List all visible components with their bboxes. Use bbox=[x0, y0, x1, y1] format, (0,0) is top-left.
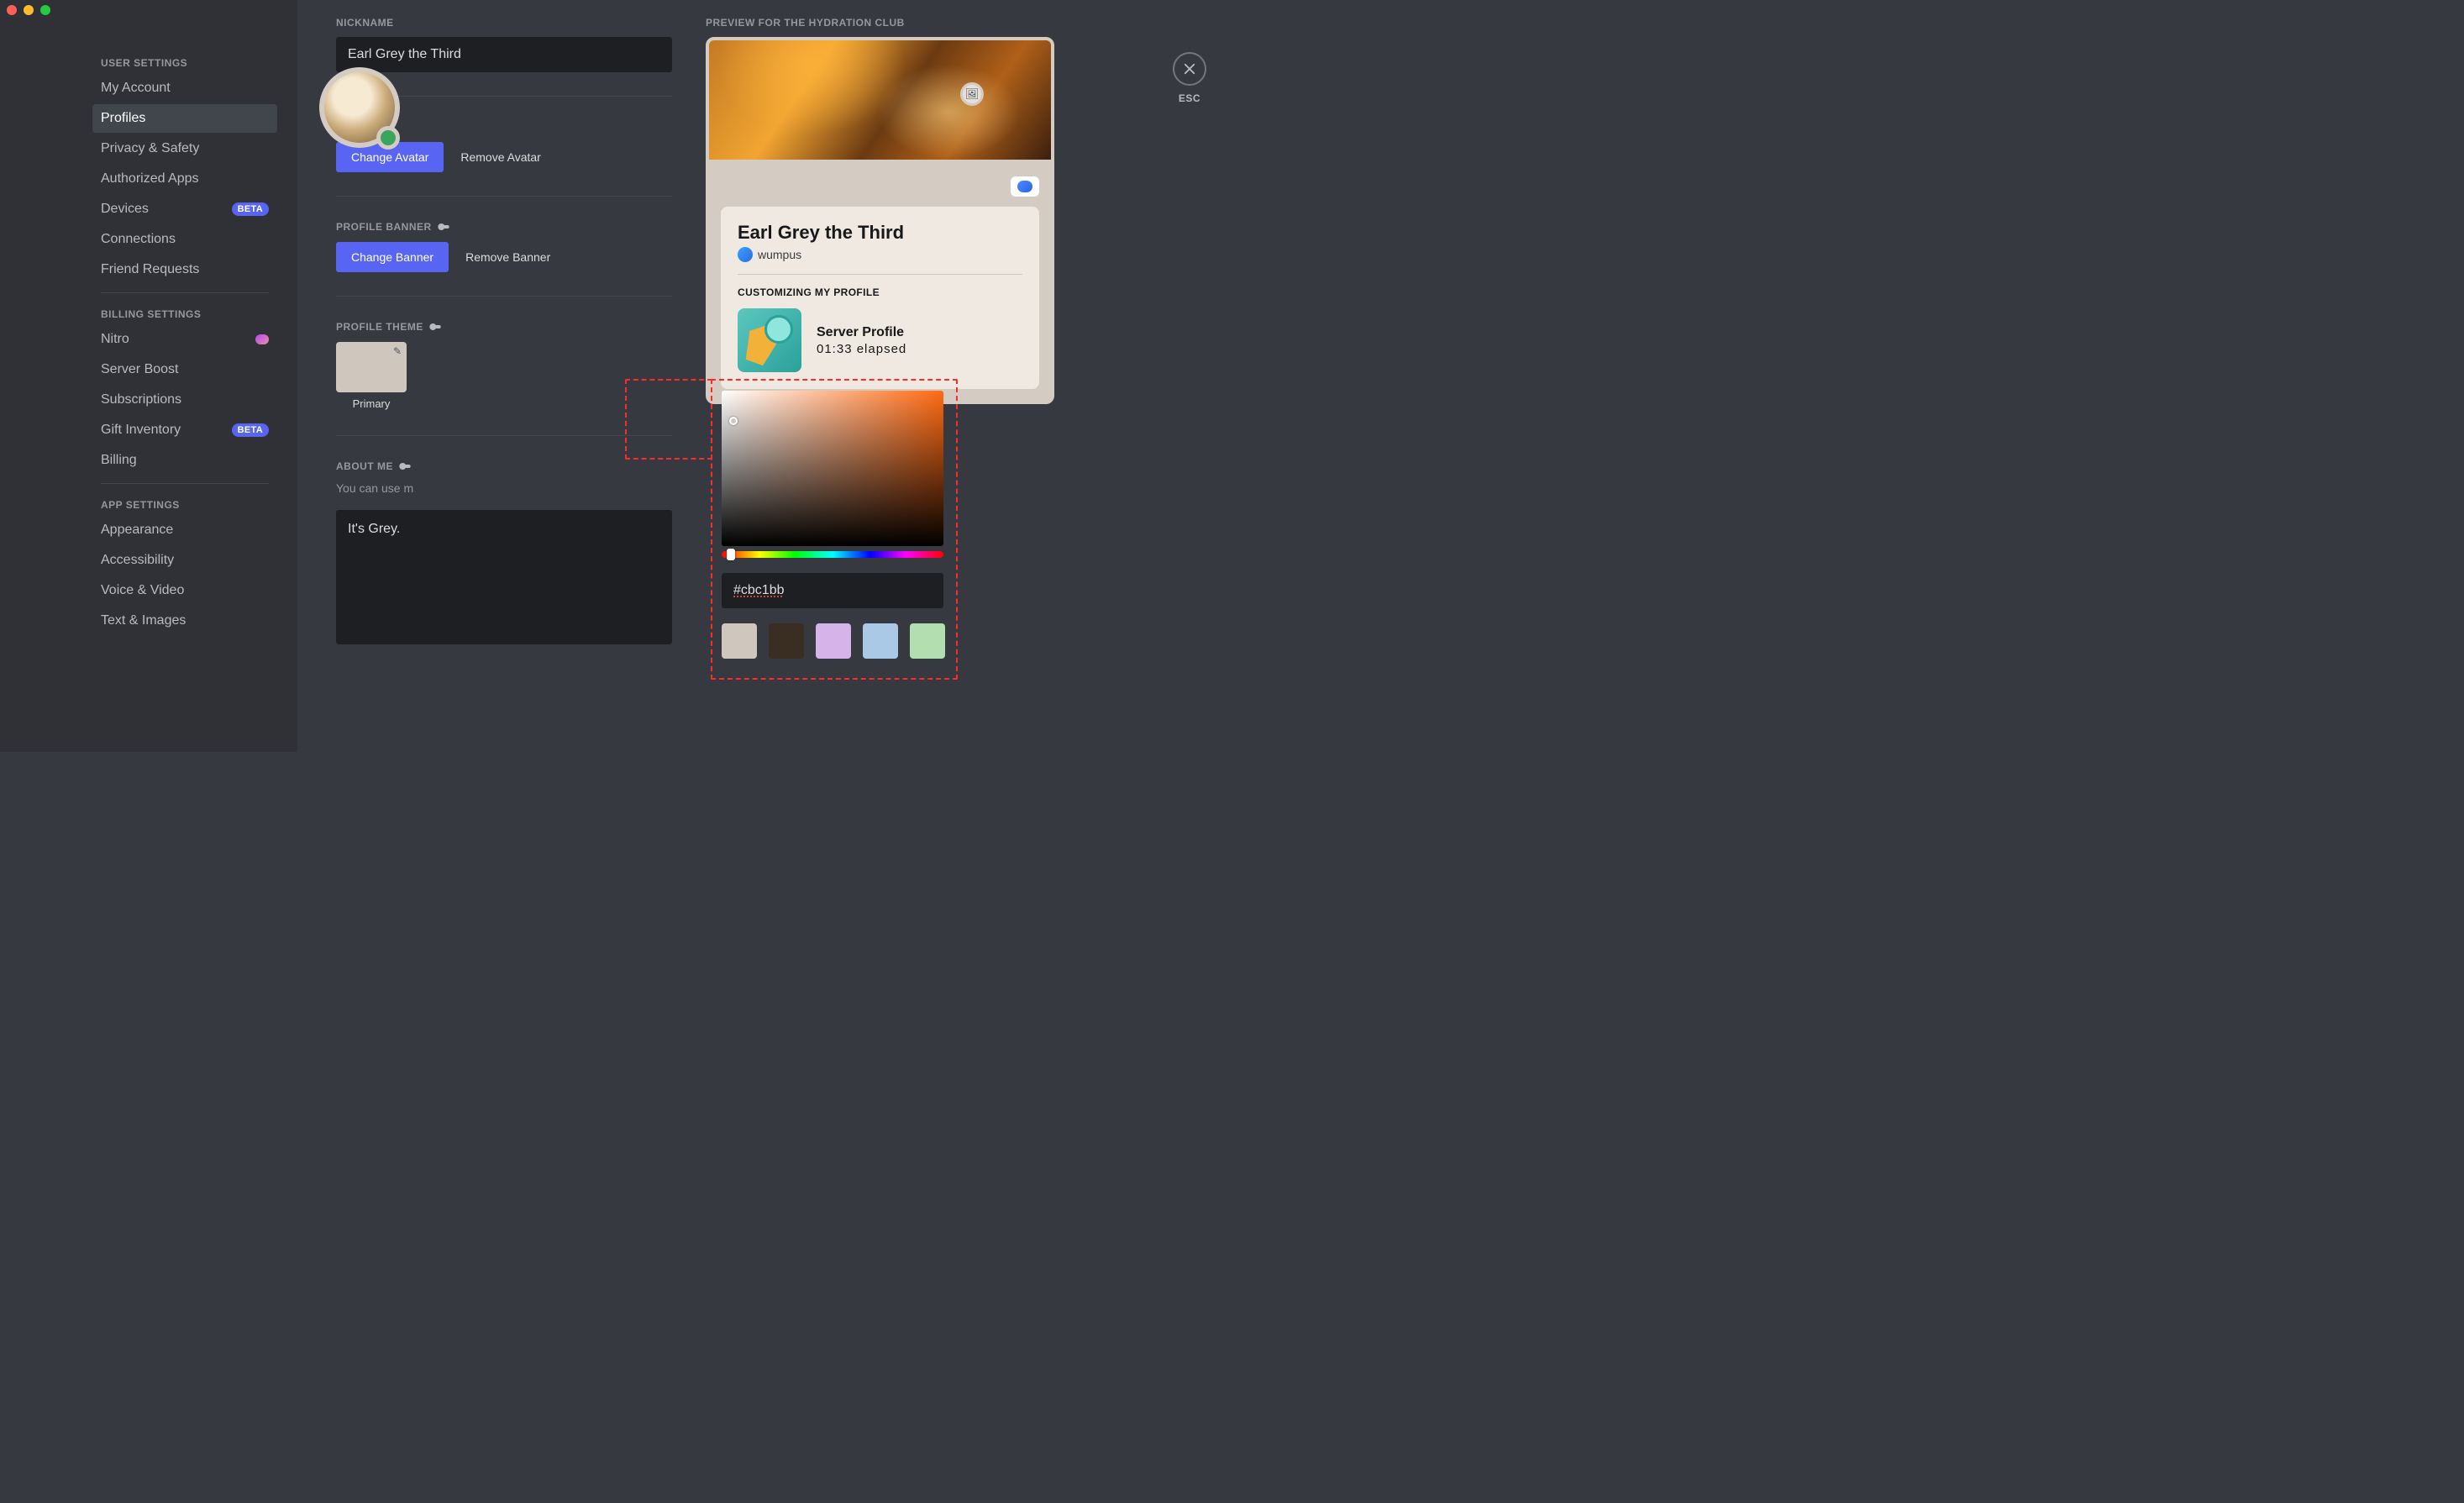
label-text: PROFILE THEME bbox=[336, 321, 423, 333]
sidebar-item-label: Profiles bbox=[101, 111, 145, 126]
theme-primary-label: Primary bbox=[336, 397, 407, 410]
section-divider bbox=[336, 296, 672, 297]
section-divider bbox=[336, 196, 672, 197]
color-swatch[interactable] bbox=[722, 623, 757, 659]
theme-primary-swatch[interactable]: ✎ bbox=[336, 342, 407, 392]
window-minimize-icon[interactable] bbox=[24, 5, 34, 15]
sidebar-item-subscriptions[interactable]: Subscriptions bbox=[92, 386, 277, 414]
sidebar-item-label: Server Boost bbox=[101, 362, 178, 377]
sidebar-item-label: Subscriptions bbox=[101, 392, 181, 407]
sidebar-item-devices[interactable]: Devices BETA bbox=[92, 195, 277, 223]
nitro-tag-icon bbox=[1011, 176, 1039, 197]
sidebar-item-nitro[interactable]: Nitro bbox=[92, 325, 277, 354]
beta-badge: BETA bbox=[232, 423, 269, 437]
sidebar-item-label: My Account bbox=[101, 81, 171, 96]
sidebar-header-billing: BILLING SETTINGS bbox=[92, 302, 277, 325]
preview-username: wumpus bbox=[758, 248, 801, 261]
sidebar-item-my-account[interactable]: My Account bbox=[92, 74, 277, 102]
label-text: PROFILE BANNER bbox=[336, 221, 432, 233]
color-hex-input[interactable] bbox=[722, 573, 943, 608]
label-text: ABOUT ME bbox=[336, 460, 393, 472]
section-divider bbox=[336, 435, 672, 436]
sidebar-item-label: Authorized Apps bbox=[101, 171, 199, 187]
color-hue-slider[interactable] bbox=[722, 551, 943, 558]
color-saturation-field[interactable] bbox=[722, 391, 943, 546]
preview-divider bbox=[738, 274, 1022, 275]
sidebar-item-voice-video[interactable]: Voice & Video bbox=[92, 576, 277, 605]
preview-header: PREVIEW FOR THE HYDRATION CLUB bbox=[706, 17, 1198, 29]
profile-theme-label: PROFILE THEME bbox=[336, 320, 672, 334]
sidebar-header-user: USER SETTINGS bbox=[92, 50, 277, 74]
macos-window-controls bbox=[7, 5, 50, 15]
sidebar-item-billing[interactable]: Billing bbox=[92, 446, 277, 475]
change-banner-button[interactable]: Change Banner bbox=[336, 242, 449, 272]
sidebar-item-friend-requests[interactable]: Friend Requests bbox=[92, 255, 277, 284]
profile-settings-content: NICKNAME AVATAR Change Avatar Remove Ava… bbox=[297, 0, 1232, 752]
edit-banner-icon[interactable]: 🖼 bbox=[960, 82, 984, 106]
color-swatch[interactable] bbox=[863, 623, 898, 659]
sidebar-separator bbox=[101, 483, 269, 484]
close-icon bbox=[1182, 61, 1197, 76]
sidebar-item-label: Appearance bbox=[101, 523, 173, 538]
about-me-input[interactable]: It's Grey. bbox=[336, 510, 672, 644]
sidebar-item-label: Friend Requests bbox=[101, 262, 199, 277]
sidebar-separator bbox=[101, 292, 269, 293]
sidebar-item-appearance[interactable]: Appearance bbox=[92, 516, 277, 544]
sidebar-item-label: Voice & Video bbox=[101, 583, 184, 598]
hue-slider-thumb[interactable] bbox=[727, 549, 735, 560]
color-field-thumb[interactable] bbox=[729, 417, 738, 425]
nitro-icon bbox=[398, 460, 412, 473]
nitro-icon bbox=[428, 320, 442, 334]
sidebar-item-server-boost[interactable]: Server Boost bbox=[92, 355, 277, 384]
preview-display-name: Earl Grey the Third bbox=[738, 222, 1022, 244]
color-picker-popover bbox=[722, 391, 955, 659]
sidebar-item-text-images[interactable]: Text & Images bbox=[92, 607, 277, 635]
about-me-helper: You can use m bbox=[336, 481, 672, 495]
activity-elapsed: 01:33 elapsed bbox=[817, 342, 906, 356]
preview-user-avatar-icon bbox=[738, 247, 753, 262]
nickname-input[interactable] bbox=[336, 37, 672, 72]
sidebar-item-label: Gift Inventory bbox=[101, 423, 181, 438]
nitro-icon bbox=[255, 334, 269, 344]
color-swatch-row bbox=[722, 623, 955, 659]
sidebar-item-authorized-apps[interactable]: Authorized Apps bbox=[92, 165, 277, 193]
eyedropper-icon: ✎ bbox=[393, 345, 402, 357]
sidebar-item-label: Accessibility bbox=[101, 553, 174, 568]
about-me-label: ABOUT ME bbox=[336, 460, 672, 473]
label-text: NICKNAME bbox=[336, 17, 394, 29]
preview-banner[interactable] bbox=[709, 40, 1051, 160]
sidebar-item-label: Text & Images bbox=[101, 613, 186, 628]
sidebar-item-accessibility[interactable]: Accessibility bbox=[92, 546, 277, 575]
color-swatch[interactable] bbox=[816, 623, 851, 659]
sidebar-item-label: Nitro bbox=[101, 332, 129, 347]
sidebar-item-connections[interactable]: Connections bbox=[92, 225, 277, 254]
close-settings-button[interactable] bbox=[1173, 52, 1206, 86]
sidebar-item-label: Privacy & Safety bbox=[101, 141, 199, 156]
nickname-label: NICKNAME bbox=[336, 17, 672, 29]
settings-sidebar: USER SETTINGS My Account Profiles Privac… bbox=[0, 0, 297, 752]
color-swatch[interactable] bbox=[910, 623, 945, 659]
beta-badge: BETA bbox=[232, 202, 269, 216]
window-close-icon[interactable] bbox=[7, 5, 17, 15]
color-swatch[interactable] bbox=[769, 623, 804, 659]
sidebar-item-label: Billing bbox=[101, 453, 137, 468]
profile-banner-label: PROFILE BANNER bbox=[336, 220, 672, 234]
sidebar-item-gift-inventory[interactable]: Gift Inventory BETA bbox=[92, 416, 277, 444]
activity-pencil-icon bbox=[738, 308, 801, 372]
remove-banner-button[interactable]: Remove Banner bbox=[465, 250, 550, 264]
sidebar-item-profiles[interactable]: Profiles bbox=[92, 104, 277, 133]
profile-preview-card: 🖼 Earl Grey the Third wumpus CUSTOMIZING… bbox=[706, 37, 1054, 404]
sidebar-header-app: APP SETTINGS bbox=[92, 492, 277, 516]
sidebar-item-privacy-safety[interactable]: Privacy & Safety bbox=[92, 134, 277, 163]
window-zoom-icon[interactable] bbox=[40, 5, 50, 15]
preview-subheader: CUSTOMIZING MY PROFILE bbox=[738, 286, 1022, 298]
esc-label: ESC bbox=[1173, 92, 1206, 104]
sidebar-item-label: Connections bbox=[101, 232, 176, 247]
sidebar-item-label: Devices bbox=[101, 202, 149, 217]
remove-avatar-button[interactable]: Remove Avatar bbox=[460, 150, 540, 164]
activity-title: Server Profile bbox=[817, 325, 906, 340]
nitro-icon bbox=[437, 220, 450, 234]
